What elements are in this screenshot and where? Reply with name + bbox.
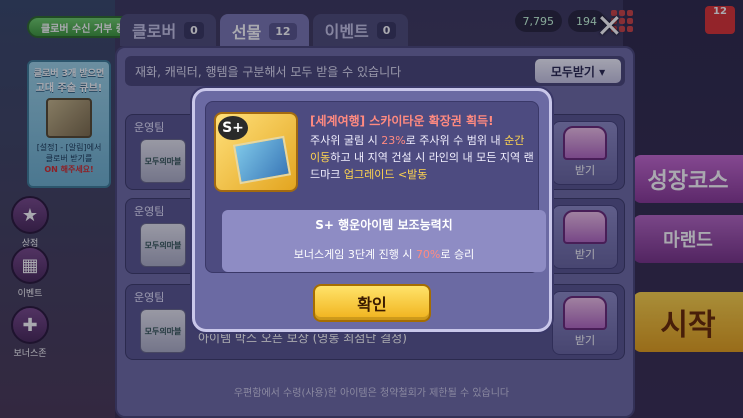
confirm-button[interactable]: 확인 <box>313 284 431 322</box>
reward-info-box: S+ [세계여행] 스카이타운 확장권 획득! 주사위 굴림 시 23%로 주사… <box>205 101 546 273</box>
aux-title: S+ 행운아이템 보조능력치 <box>315 218 453 232</box>
reward-description[interactable]: 주사위 굴림 시 23%로 주사위 수 범위 내 순간이동하고 내 지역 건설 … <box>310 132 534 183</box>
map-icon <box>232 135 292 185</box>
reward-title: [세계여행] 스카이타운 확장권 획득! <box>310 114 494 128</box>
grade-badge: S+ <box>218 116 248 140</box>
aux-description: 보너스게임 3단계 진행 시 70%로 승리 <box>293 248 475 261</box>
reward-modal: S+ [세계여행] 스카이타운 확장권 획득! 주사위 굴림 시 23%로 주사… <box>192 88 552 332</box>
skytown-ticket-icon: S+ <box>214 112 298 192</box>
aux-ability-box: S+ 행운아이템 보조능력치 보너스게임 3단계 진행 시 70%로 승리 <box>222 210 546 272</box>
